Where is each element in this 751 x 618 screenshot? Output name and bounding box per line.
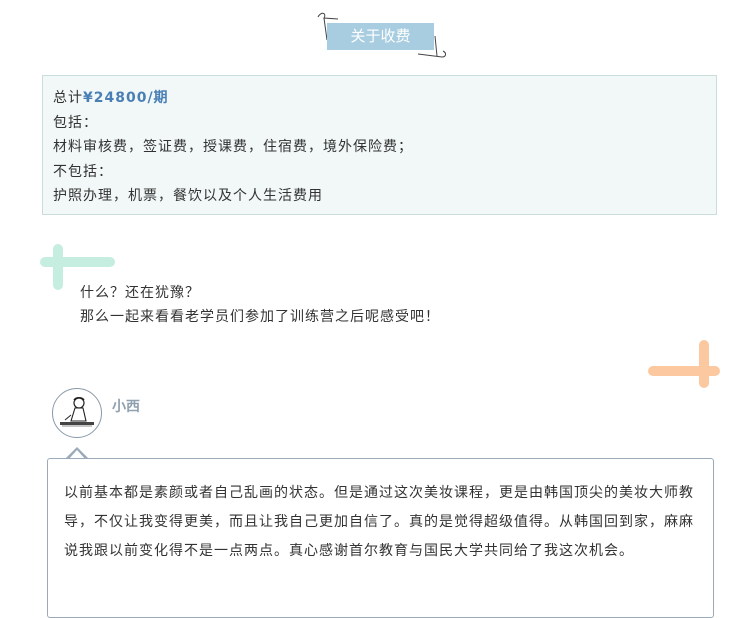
fee-excludes-items: 护照办理，机票，餐饮以及个人生活费用 xyxy=(53,188,323,204)
fee-includes-label: 包括： xyxy=(53,114,98,131)
prompt-line-2: 那么一起来看看老学员们参加了训练营之后呢感受吧！ xyxy=(80,309,440,325)
avatar xyxy=(52,388,102,438)
prompt-text: 什么？还在犹豫？ 那么一起来看看老学员们参加了训练营之后呢感受吧！ xyxy=(80,281,440,329)
testimonial-bubble: 以前基本都是素颜或者自己乱画的状态。但是通过这次美妆课程，更是由韩国顶尖的美妆大… xyxy=(47,458,714,618)
prompt-line-1: 什么？还在犹豫？ xyxy=(80,285,200,301)
section-title: 关于收费 xyxy=(327,23,434,50)
person-sketch-avatar-icon xyxy=(60,397,94,427)
fee-total-label: 总计 xyxy=(53,90,83,106)
peach-cross-decoration-icon xyxy=(648,340,720,388)
fee-info-box: 总计¥24800/期 包括： 材料审核费，签证费，授课费，住宿费，境外保险费； … xyxy=(42,75,717,215)
fee-includes-items: 材料审核费，签证费，授课费，住宿费，境外保险费； xyxy=(53,139,413,155)
testimonial-username: 小西 xyxy=(112,399,140,415)
fee-total-price: ¥24800/期 xyxy=(83,90,169,106)
fee-total-line: 总计¥24800/期 xyxy=(53,86,716,111)
fee-excludes-label: 不包括： xyxy=(53,163,113,180)
section-title-banner: 关于收费 xyxy=(310,10,450,62)
testimonial-text: 以前基本都是素颜或者自己乱画的状态。但是通过这次美妆课程，更是由韩国顶尖的美妆大… xyxy=(64,485,694,559)
